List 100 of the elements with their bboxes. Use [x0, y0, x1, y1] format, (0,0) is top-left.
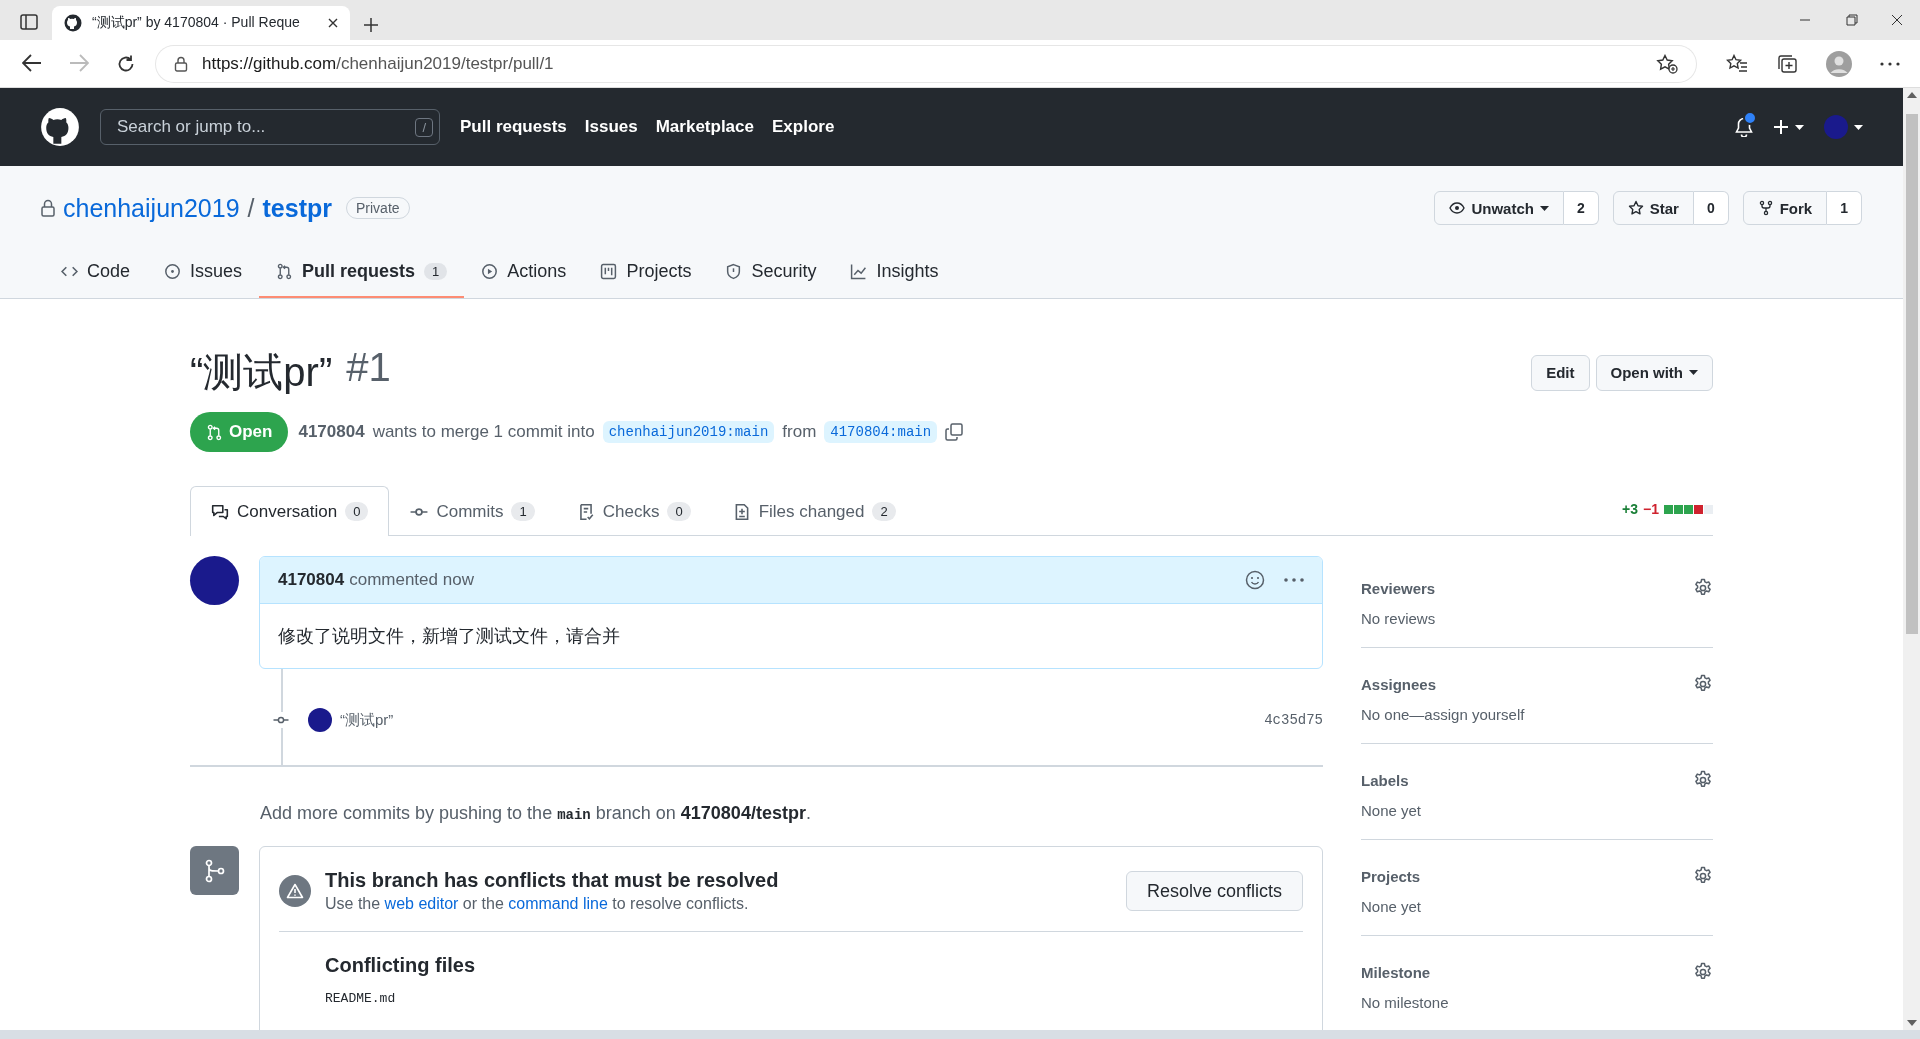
fork-icon [1757, 200, 1774, 216]
command-line-link[interactable]: command line [508, 895, 608, 912]
reload-icon[interactable] [116, 53, 136, 74]
speech-bubbles-icon [211, 502, 229, 521]
star-button[interactable]: Star [1612, 191, 1694, 225]
sidebar-value: No one—assign yourself [1361, 706, 1526, 723]
merge-summary: wants to merge 1 commit into [372, 422, 595, 442]
repo-tab[interactable]: Projects [583, 246, 709, 298]
sidebar-heading[interactable]: Assignees [1361, 675, 1437, 693]
comment-author[interactable]: 4170804 [278, 570, 345, 590]
pr-tab[interactable]: Conversation 0 [190, 486, 390, 536]
star-count: 0 [1693, 191, 1729, 225]
merge-title: This branch has conflicts that must be resolved [325, 869, 779, 892]
eye-icon [1449, 200, 1466, 216]
sidebar-heading[interactable]: Labels [1361, 771, 1409, 789]
collections-icon[interactable] [1776, 53, 1798, 74]
avatar[interactable] [308, 708, 332, 732]
repo-tab[interactable]: Code [44, 246, 148, 298]
repo-tab[interactable]: Insights [833, 246, 956, 298]
url-text: https://github.com/chenhaijun2019/testpr/pull/1 [202, 53, 554, 74]
pull-request-icon [206, 423, 223, 441]
branch-ref[interactable]: chenhaijun2019:main [602, 421, 775, 443]
smiley-icon[interactable] [1245, 570, 1265, 590]
more-icon[interactable] [1284, 578, 1304, 582]
browser-tab[interactable]: “测试pr” by 4170804 · Pull Reque [52, 6, 350, 40]
project-board-icon [600, 262, 618, 280]
search-field[interactable]: Search or jump to... / [100, 109, 440, 145]
state-badge: Open [190, 412, 289, 452]
gear-icon[interactable] [1693, 578, 1713, 598]
caret-icon [1539, 205, 1549, 211]
caret-icon [1854, 124, 1863, 130]
nav-link[interactable]: Pull requests [460, 117, 567, 137]
commit-message[interactable]: “测试pr” [340, 710, 394, 730]
lock-icon [41, 199, 55, 217]
play-circle-icon [481, 262, 499, 280]
gear-icon[interactable] [1693, 866, 1713, 886]
sidebar-value: No milestone [1361, 994, 1450, 1011]
watch-button[interactable]: Unwatch [1434, 191, 1564, 225]
copy-icon[interactable] [945, 423, 964, 441]
fork-count: 1 [1827, 191, 1862, 225]
sidebar-heading[interactable]: Projects [1361, 867, 1421, 885]
merge-hint: Use the web editor or the command line to resolve conflicts. [325, 895, 750, 913]
nav-link[interactable]: Marketplace [655, 117, 754, 137]
scrollbar-thumb[interactable] [1905, 114, 1918, 634]
caret-icon [1689, 370, 1698, 375]
close-icon[interactable] [328, 18, 338, 28]
gear-icon[interactable] [1693, 770, 1713, 790]
edit-button[interactable]: Edit [1531, 354, 1590, 391]
circle-dot-icon [164, 262, 182, 280]
line-graph-icon [850, 262, 868, 280]
bell-icon[interactable] [1735, 117, 1753, 137]
avatar[interactable] [190, 556, 239, 605]
pr-title: “测试pr” [190, 349, 333, 396]
gear-icon[interactable] [1693, 674, 1713, 694]
cat-logo-icon [64, 14, 82, 32]
open-with-button[interactable]: Open with [1595, 354, 1713, 391]
section-title: Conflicting files [325, 954, 476, 977]
resolve-conflicts-button[interactable]: Resolve conflicts [1125, 871, 1303, 911]
plus-icon[interactable] [1773, 119, 1789, 135]
favorites-icon[interactable] [1726, 53, 1748, 74]
fork-button[interactable]: Fork [1742, 191, 1828, 225]
cat-logo-icon[interactable] [40, 107, 80, 147]
scroll-up-icon[interactable] [1906, 92, 1917, 98]
repo-link[interactable]: testpr [262, 193, 332, 223]
pr-tab[interactable]: Commits 1 [389, 486, 556, 536]
tab-counter: 1 [511, 502, 535, 521]
new-tab-icon[interactable] [364, 18, 378, 32]
commit-sha[interactable]: 4c35d75 [1264, 712, 1323, 728]
pr-tab[interactable]: Checks 0 [555, 486, 712, 536]
additions-count: +3 [1622, 501, 1639, 517]
branch-ref[interactable]: 4170804:main [824, 421, 938, 443]
scroll-down-icon[interactable] [1906, 1020, 1917, 1026]
star-plus-icon[interactable] [1656, 53, 1678, 74]
horizontal-scrollbar[interactable] [0, 1030, 1920, 1039]
web-editor-link[interactable]: web editor [384, 895, 459, 912]
repo-tab[interactable]: Issues [147, 246, 260, 298]
address-bar[interactable]: https://github.com/chenhaijun2019/testpr/pull/1 [156, 45, 1696, 82]
sidebar-toggle-icon[interactable] [20, 14, 38, 30]
sidebar-heading[interactable]: Milestone [1361, 963, 1431, 981]
repo-tab[interactable]: Pull requests 1 [259, 246, 465, 298]
repo-tab[interactable]: Security [708, 246, 834, 298]
tab-counter: 1 [424, 262, 448, 280]
sidebar-heading[interactable]: Reviewers [1361, 579, 1436, 597]
pr-tab[interactable]: Files changed 2 [711, 486, 917, 536]
from-text: from [782, 422, 817, 442]
star-icon [1627, 200, 1644, 216]
back-arrow-icon[interactable] [22, 53, 42, 72]
nav-link[interactable]: Explore [772, 117, 835, 137]
author-name[interactable]: 4170804 [298, 422, 365, 442]
shield-icon [725, 262, 743, 280]
pull-request-icon [276, 262, 294, 280]
gear-icon[interactable] [1693, 962, 1713, 982]
warning-icon [279, 875, 311, 907]
more-icon[interactable] [1880, 61, 1900, 66]
profile-avatar-icon[interactable] [1826, 50, 1852, 77]
branch-icon [190, 846, 239, 895]
owner-link[interactable]: chenhaijun2019 [63, 193, 240, 223]
repo-tab[interactable]: Actions [464, 246, 584, 298]
tab-counter: 0 [345, 502, 369, 521]
nav-link[interactable]: Issues [584, 117, 638, 137]
